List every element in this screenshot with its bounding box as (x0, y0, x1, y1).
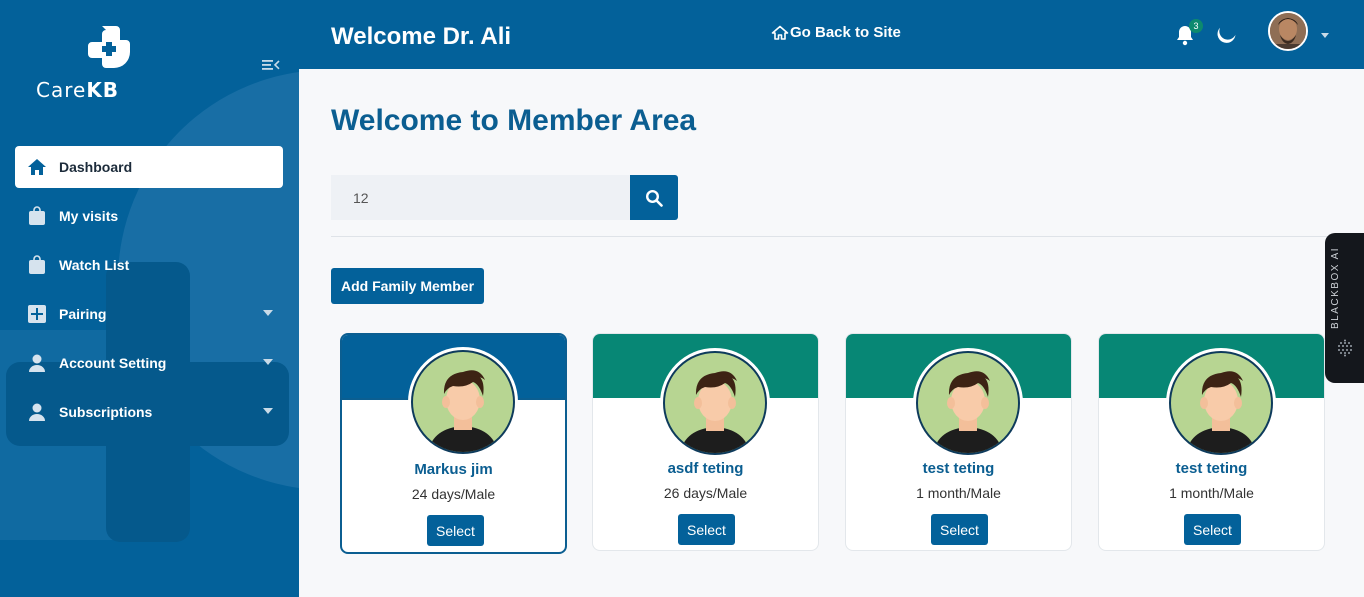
member-name: Markus jim (414, 461, 493, 478)
chevron-down-icon (263, 359, 273, 365)
brand-name: CareKB (36, 78, 120, 102)
sidebar-item-label: Watch List (59, 257, 130, 273)
sidebar-collapse-icon[interactable] (261, 57, 281, 73)
member-age-gender: 1 month/Male (916, 485, 1001, 501)
chevron-down-icon[interactable] (1321, 33, 1329, 38)
search-icon (645, 189, 663, 207)
sidebar-item-label: Subscriptions (59, 404, 153, 420)
user-avatar[interactable] (1268, 11, 1308, 51)
sidebar-nav: Dashboard My visits Watch List Pairing A… (15, 146, 283, 440)
search-input[interactable] (331, 175, 630, 220)
member-age-gender: 24 days/Male (411, 486, 496, 502)
member-name: asdf teting (667, 460, 744, 477)
chevron-down-icon (263, 310, 273, 316)
sidebar-item-account-setting[interactable]: Account Setting (15, 342, 283, 384)
sidebar-item-watch-list[interactable]: Watch List (15, 244, 283, 286)
member-age-gender: 26 days/Male (663, 485, 748, 501)
go-back-to-site-link[interactable]: Go Back to Site (771, 24, 901, 41)
page-title: Welcome to Member Area (331, 104, 697, 137)
member-avatar (408, 347, 518, 457)
member-name: test teting (1175, 460, 1248, 477)
bag-icon (27, 206, 47, 226)
person-avatar-icon (680, 371, 750, 453)
add-family-member-button[interactable]: Add Family Member (331, 268, 484, 304)
sidebar-item-label: My visits (59, 208, 119, 224)
home-icon (27, 157, 47, 177)
member-card[interactable]: asdf teting 26 days/Male Select (592, 333, 819, 551)
member-name: test teting (922, 460, 995, 477)
user-icon (27, 353, 47, 373)
sidebar-item-dashboard[interactable]: Dashboard (15, 146, 283, 188)
select-member-button[interactable]: Select (678, 514, 735, 545)
brand-logo[interactable]: CareKB (34, 24, 138, 102)
bag-icon (27, 255, 47, 275)
member-avatar (1166, 348, 1276, 458)
plus-square-icon (27, 304, 47, 324)
sidebar-item-pairing[interactable]: Pairing (15, 293, 283, 335)
divider (331, 236, 1364, 237)
blackbox-ai-tab[interactable]: BLACKBOX AI (1325, 233, 1364, 383)
select-member-button[interactable]: Select (1184, 514, 1241, 545)
user-photo-icon (1270, 13, 1306, 49)
dots-grid-icon (1338, 339, 1352, 357)
header-title: Welcome Dr. Ali (331, 23, 512, 50)
member-avatar (913, 348, 1023, 458)
member-card[interactable]: test teting 1 month/Male Select (1098, 333, 1325, 551)
search-button[interactable] (630, 175, 678, 220)
member-card[interactable]: test teting 1 month/Male Select (845, 333, 1072, 551)
sidebar-item-label: Account Setting (59, 355, 167, 371)
notification-count-badge: 3 (1189, 19, 1203, 33)
person-avatar-icon (428, 370, 498, 452)
chevron-down-icon (263, 408, 273, 414)
blackbox-ai-label: BLACKBOX AI (1330, 246, 1341, 329)
sidebar-item-subscriptions[interactable]: Subscriptions (15, 391, 283, 433)
moon-icon[interactable] (1215, 24, 1237, 46)
person-avatar-icon (933, 371, 1003, 453)
sidebar-item-my-visits[interactable]: My visits (15, 195, 283, 237)
person-avatar-icon (1186, 371, 1256, 453)
top-header: Welcome Dr. Ali Go Back to Site 3 (299, 0, 1364, 69)
select-member-button[interactable]: Select (931, 514, 988, 545)
sidebar: CareKB Dashboard My visits Watch List Pa… (0, 0, 299, 597)
select-member-button[interactable]: Select (427, 515, 484, 546)
back-link-label: Go Back to Site (790, 24, 901, 41)
sidebar-item-label: Dashboard (59, 159, 133, 175)
member-age-gender: 1 month/Male (1169, 485, 1254, 501)
sidebar-item-label: Pairing (59, 306, 107, 322)
member-avatar (660, 348, 770, 458)
member-card-selected[interactable]: Markus jim 24 days/Male Select (340, 333, 567, 554)
medical-cross-logo-icon (88, 26, 130, 68)
home-icon (771, 25, 789, 40)
user-icon (27, 402, 47, 422)
